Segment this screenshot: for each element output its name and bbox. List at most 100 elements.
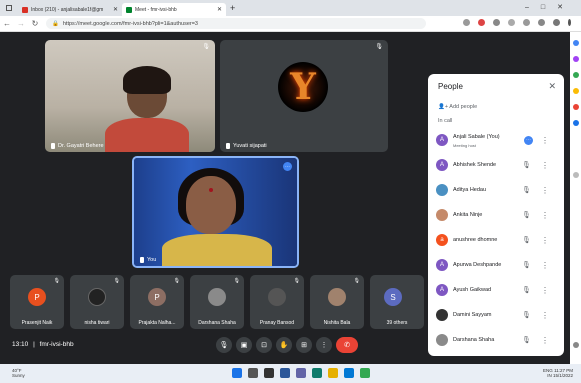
avatar-letter: S	[390, 292, 396, 302]
task-view-icon[interactable]	[264, 368, 274, 378]
extension-icons	[463, 19, 571, 26]
search-icon[interactable]	[573, 40, 579, 46]
participant-row[interactable]: A Anjali Sabale (You) Meeting host ⋯ ⋮	[428, 129, 564, 151]
collections-icon[interactable]	[538, 19, 545, 26]
more-options-icon[interactable]: ⋮	[541, 136, 549, 145]
widgets-icon[interactable]	[280, 368, 290, 378]
video-hair	[123, 66, 171, 94]
tab-meet[interactable]: Meet - fmr-ivsi-bhb ✕	[122, 3, 226, 16]
participant-name: Damini Sayyam	[453, 312, 492, 318]
window-controls[interactable]: –□✕	[525, 3, 575, 11]
participant-tile-strip[interactable]: 🎙 P Prasenjit Naik	[10, 275, 64, 329]
present-button[interactable]: ⊞	[296, 337, 312, 353]
participant-tile-you[interactable]: ⋯ You	[132, 156, 299, 268]
participant-name: Abhishek Shende	[453, 162, 497, 168]
extension-icon[interactable]	[573, 120, 579, 126]
participant-row[interactable]: Ankita Ninje 🎙 ⋮	[428, 204, 564, 226]
participant-role: Meeting host	[453, 143, 476, 148]
star-icon[interactable]	[508, 19, 515, 26]
extension-icon[interactable]	[573, 56, 579, 62]
forward-icon[interactable]: →	[14, 19, 28, 28]
more-options-icon[interactable]: ⋮	[541, 286, 549, 295]
participant-name: Darshana Shaha	[198, 320, 236, 326]
participant-row[interactable]: A Ayush Gaikwad 🎙 ⋮	[428, 279, 564, 301]
participant-tile-strip[interactable]: 🎙 Nishita Bala	[310, 275, 364, 329]
chrome-icon[interactable]	[360, 368, 370, 378]
system-tray[interactable]: ENG 11:27 PM IN 15/1/2022	[543, 368, 573, 378]
add-icon[interactable]	[573, 172, 579, 178]
profile-avatar[interactable]	[553, 19, 560, 26]
mic-off-icon: 🎙	[522, 212, 531, 219]
close-icon[interactable]: ✕	[548, 81, 556, 92]
participant-row[interactable]: A Apurwa Deshpande 🎙 ⋮	[428, 254, 564, 276]
avatar: A	[436, 134, 448, 146]
new-tab-button[interactable]: +	[230, 3, 235, 13]
participant-tile-strip[interactable]: 🎙 P Prajakta Nalha...	[130, 275, 184, 329]
participant-name: Prasenjit Naik	[21, 320, 53, 326]
extension-icon[interactable]	[573, 72, 579, 78]
in-call-heading: In call	[438, 118, 453, 124]
avatar-letter: P	[34, 292, 40, 302]
participant-tile-yuvati[interactable]: Y 🎙 Yuvati sijapati	[220, 40, 388, 152]
camera-icon[interactable]	[463, 19, 470, 26]
raise-hand-button[interactable]: ✋	[276, 337, 292, 353]
mic-off-icon: 🎙	[522, 237, 531, 244]
settings-icon[interactable]	[573, 342, 579, 348]
extension-icon[interactable]	[573, 104, 579, 110]
video-body	[105, 118, 189, 152]
extension-icon[interactable]	[523, 19, 530, 26]
browser-tab-strip: Inbox (210) - anjalisabale1f@gm ✕ Meet -…	[0, 0, 581, 16]
video-bindi	[209, 188, 213, 192]
more-options-icon[interactable]: ⋮	[541, 261, 549, 270]
camera-toggle-button[interactable]: ▣	[236, 337, 252, 353]
close-tab-icon[interactable]: ✕	[217, 6, 222, 13]
extension-icon[interactable]	[573, 88, 579, 94]
more-options-button[interactable]: ⋮	[316, 337, 332, 353]
participant-row[interactable]: Aditya Hedau 🎙 ⋮	[428, 179, 564, 201]
participant-name: Ankita Ninje	[453, 212, 483, 218]
participant-tile-gayatri[interactable]: 🎙 Dr. Gayatri Behere	[45, 40, 215, 152]
captions-button[interactable]: ⊡	[256, 337, 272, 353]
translate-icon[interactable]	[493, 19, 500, 26]
edge-icon[interactable]	[312, 368, 322, 378]
back-icon[interactable]: ←	[0, 19, 14, 28]
reload-icon[interactable]: ↻	[28, 19, 42, 28]
participant-tile-strip[interactable]: 🎙 Darshana Shaha	[190, 275, 244, 329]
tile-options-icon[interactable]: ⋯	[283, 162, 292, 171]
start-icon[interactable]	[232, 368, 242, 378]
extension-icon[interactable]	[478, 19, 485, 26]
tab-gmail[interactable]: Inbox (210) - anjalisabale1f@gm ✕	[18, 3, 122, 16]
more-options-icon[interactable]: ⋮	[541, 236, 549, 245]
participant-name-text: Dr. Gayatri Behere	[58, 143, 104, 149]
participant-row[interactable]: a anushree dhomne 🎙 ⋮	[428, 229, 564, 251]
video-face	[186, 176, 236, 234]
participant-row[interactable]: A Abhishek Shende 🎙 ⋮	[428, 154, 564, 176]
explorer-icon[interactable]	[328, 368, 338, 378]
participant-tile-strip[interactable]: 🎙 nisha tiwari	[70, 275, 124, 329]
more-options-icon[interactable]: ⋮	[541, 186, 549, 195]
participant-row[interactable]: Darshana Shaha 🎙 ⋮	[428, 329, 564, 351]
more-icon[interactable]	[568, 19, 571, 26]
participant-tile-strip[interactable]: 🎙 Pranay Bansod	[250, 275, 304, 329]
tab-actions-icon[interactable]	[6, 5, 12, 11]
leave-call-button[interactable]: ✆	[336, 337, 358, 353]
participant-row[interactable]: Damini Sayyam 🎙 ⋮	[428, 304, 564, 326]
search-icon[interactable]	[248, 368, 258, 378]
browser-sidebar	[570, 32, 581, 364]
meet-icon	[126, 6, 132, 13]
others-tile[interactable]: S 39 others	[370, 275, 424, 329]
url-input[interactable]: 🔒 https://meet.google.com/fmr-ivsi-bhb?p…	[46, 18, 426, 29]
more-options-icon[interactable]: ⋮	[541, 311, 549, 320]
chat-icon[interactable]	[296, 368, 306, 378]
weather-widget[interactable]: 40°F Sunny	[12, 368, 25, 378]
close-tab-icon[interactable]: ✕	[113, 6, 118, 13]
mic-toggle-button[interactable]: 🎙	[216, 337, 232, 353]
more-options-icon[interactable]: ⋮	[541, 161, 549, 170]
store-icon[interactable]	[344, 368, 354, 378]
more-options-icon[interactable]: ⋮	[541, 211, 549, 220]
avatar: Y	[278, 62, 328, 112]
add-people-button[interactable]: 👤+ Add people	[438, 104, 477, 110]
address-bar-row: ← → ↻ 🔒 https://meet.google.com/fmr-ivsi…	[0, 16, 581, 32]
avatar	[436, 184, 448, 196]
more-options-icon[interactable]: ⋮	[541, 336, 549, 345]
